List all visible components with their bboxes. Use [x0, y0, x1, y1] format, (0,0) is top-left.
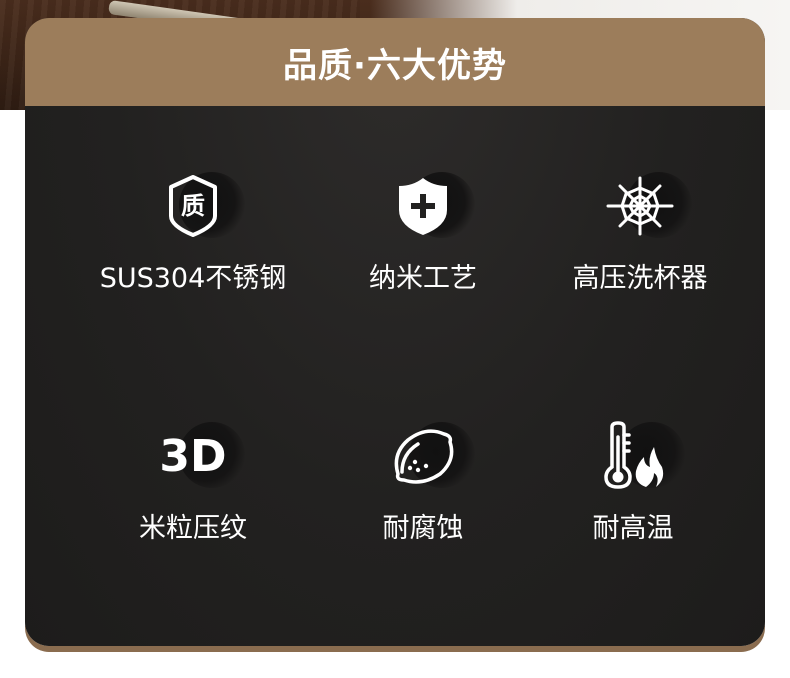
- feature-rice-texture: 3D 米粒压纹: [78, 416, 308, 545]
- feature-label: 米粒压纹: [139, 513, 247, 544]
- feature-label: 纳米工艺: [369, 263, 477, 294]
- thermometer-flame-icon: [593, 416, 685, 496]
- spray-icon: [600, 166, 692, 246]
- card-header: 品质·六大优势: [25, 18, 765, 106]
- feature-cup-washer: 高压洗杯器: [525, 166, 755, 295]
- feature-stainless-steel: 质 SUS304不锈钢: [78, 166, 308, 295]
- card-title: 品质·六大优势: [283, 45, 507, 86]
- badge-text: 质: [181, 192, 205, 220]
- feature-label: 耐腐蚀: [382, 513, 464, 544]
- feature-label: SUS304不锈钢: [99, 263, 287, 294]
- feature-label: 高压洗杯器: [572, 263, 708, 294]
- shield-plus-icon: [383, 166, 475, 246]
- quality-badge-icon: 质: [153, 166, 245, 246]
- 3d-text: 3D: [159, 430, 227, 482]
- advantages-card: 品质·六大优势 质 SUS304不锈钢 纳米工艺 高压洗杯器 3D 米粒压纹 耐…: [25, 18, 765, 646]
- feature-corrosion-resistant: 耐腐蚀: [308, 416, 538, 545]
- lemon-icon: [383, 416, 475, 496]
- feature-nano-process: 纳米工艺: [308, 166, 538, 295]
- 3d-text-icon: 3D: [153, 416, 245, 496]
- feature-heat-resistant: 耐高温: [518, 416, 748, 545]
- feature-label: 耐高温: [592, 513, 674, 544]
